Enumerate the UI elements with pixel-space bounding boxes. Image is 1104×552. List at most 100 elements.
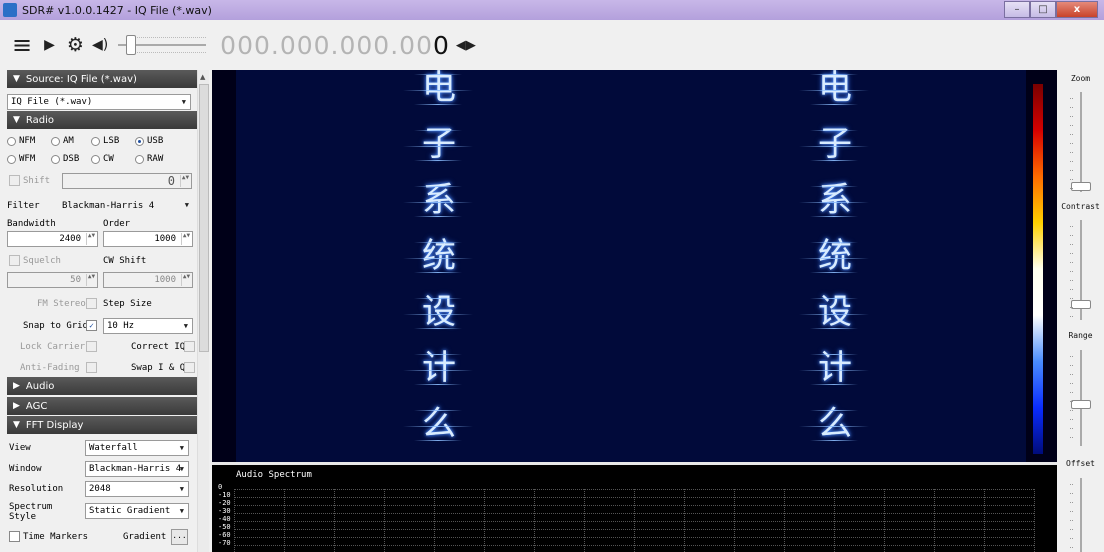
gradient-label: Gradient	[123, 532, 167, 542]
agc-section-header[interactable]: ▶ AGC	[7, 397, 204, 415]
mode-radio-cw[interactable]: CW	[91, 154, 114, 164]
contrast-knob[interactable]	[1071, 300, 1091, 309]
source-section-header[interactable]: ▼ Source: IQ File (*.wav)	[7, 70, 204, 88]
waterfall-plot[interactable]: 电子系统设计么 电子系统设计么	[236, 70, 1026, 462]
signal-streak	[810, 384, 858, 385]
shift-input[interactable]: 0 ▲▼	[62, 173, 192, 189]
zoom-knob[interactable]	[1071, 182, 1091, 191]
shift-checkbox[interactable]	[9, 175, 20, 186]
mode-radio-usb[interactable]: USB	[135, 136, 163, 146]
mode-radio-dsb[interactable]: DSB	[51, 154, 79, 164]
signal-streak	[414, 104, 462, 105]
audio-y-tick-label: -40	[218, 515, 231, 523]
audio-grid-vline	[434, 489, 435, 552]
fft-section-header[interactable]: ▼ FFT Display	[7, 416, 204, 434]
spin-arrows-icon[interactable]: ▲▼	[181, 274, 191, 286]
snap-to-grid-checkbox[interactable]: ✓	[86, 320, 97, 331]
squelch-checkbox[interactable]	[9, 255, 20, 266]
signal-streak	[403, 90, 473, 91]
audio-grid-vline	[334, 489, 335, 552]
mode-radio-nfm[interactable]: NFM	[7, 136, 35, 146]
minimize-button[interactable]: –	[1004, 1, 1030, 18]
radio-section-header[interactable]: ▼ Radio	[7, 111, 204, 129]
bandwidth-label: Bandwidth	[7, 219, 56, 229]
spin-arrows-icon[interactable]: ▲▼	[86, 233, 96, 245]
mode-radio-am[interactable]: AM	[51, 136, 74, 146]
fm-stereo-checkbox[interactable]	[86, 298, 97, 309]
audio-grid-vline	[684, 489, 685, 552]
signal-streak	[414, 328, 462, 329]
radio-dot-icon	[135, 136, 144, 146]
close-button[interactable]: x	[1056, 1, 1098, 18]
play-icon[interactable]: ▶	[44, 37, 55, 53]
audio-grid-vline	[1034, 489, 1035, 552]
slider-tick	[1070, 520, 1073, 521]
fm-stereo-label: FM Stereo	[37, 299, 86, 309]
window-title: SDR# v1.0.0.1427 - IQ File (*.wav)	[22, 3, 212, 17]
audio-grid-vline	[834, 489, 835, 552]
scroll-up-icon[interactable]: ▲	[200, 73, 205, 81]
gear-icon[interactable]: ⚙	[67, 34, 84, 56]
audio-section-header[interactable]: ▶ Audio	[7, 377, 204, 395]
order-input[interactable]: 1000 ▲▼	[103, 231, 193, 247]
main-toolbar: ≡ ▶ ⚙ ◀) 000.000.000.000 ◀▶	[0, 20, 1104, 70]
gradient-button[interactable]: ...	[171, 529, 188, 545]
source-select[interactable]: IQ File (*.wav) ▼	[7, 94, 191, 110]
spin-arrows-icon[interactable]: ▲▼	[86, 274, 96, 286]
time-markers-checkbox[interactable]	[9, 531, 20, 542]
mode-radio-raw[interactable]: RAW	[135, 154, 163, 164]
squelch-value: 50	[70, 275, 81, 285]
title-bar: SDR# v1.0.0.1427 - IQ File (*.wav) – □ x	[0, 0, 1104, 20]
scrollbar-thumb[interactable]	[199, 84, 209, 352]
frequency-digit-active: 0	[432, 30, 450, 60]
frequency-digits-dim: 000.000.000.00	[220, 30, 433, 60]
signal-streak	[414, 440, 462, 441]
volume-knob[interactable]	[126, 35, 137, 55]
chevron-down-icon: ▼	[179, 485, 184, 493]
audio-spectrum-panel[interactable]: Audio Spectrum 0 -10 -20 -30 -40 -50 -60 -70	[212, 465, 1057, 552]
correct-iq-checkbox[interactable]	[184, 341, 195, 352]
audio-grid-vline	[634, 489, 635, 552]
collapse-arrow-icon: ▼	[13, 115, 20, 125]
window-select[interactable]: Blackman-Harris 4 ▼	[85, 461, 189, 477]
volume-slider[interactable]	[118, 33, 207, 57]
resolution-select[interactable]: 2048 ▼	[85, 481, 189, 497]
bandwidth-input[interactable]: 2400 ▲▼	[7, 231, 98, 247]
speaker-icon[interactable]: ◀)	[92, 37, 108, 53]
audio-spectrum-grid	[234, 489, 1035, 552]
maximize-button[interactable]: □	[1030, 1, 1056, 18]
cw-shift-input[interactable]: 1000 ▲▼	[103, 272, 193, 288]
mode-radio-lsb[interactable]: LSB	[91, 136, 119, 146]
filter-select[interactable]: Blackman-Harris 4 ▼	[59, 198, 193, 214]
signal-streak	[414, 160, 462, 161]
window-label: Window	[9, 464, 42, 474]
swap-iq-checkbox[interactable]	[184, 362, 195, 373]
slider-tick	[1070, 437, 1073, 438]
waterfall-display[interactable]: 电子系统设计么 电子系统设计么	[212, 70, 1057, 462]
mode-radio-wfm[interactable]: WFM	[7, 154, 35, 164]
view-select[interactable]: Waterfall ▼	[85, 440, 189, 456]
contrast-slider[interactable]	[1070, 220, 1091, 320]
control-panel-scrollbar[interactable]: ▲	[197, 70, 209, 552]
frequency-display[interactable]: 000.000.000.000	[220, 31, 450, 60]
zoom-slider[interactable]	[1070, 92, 1091, 192]
zoom-track	[1080, 92, 1082, 192]
slider-tick	[1070, 143, 1073, 144]
anti-fading-checkbox[interactable]	[86, 362, 97, 373]
spin-arrows-icon[interactable]: ▲▼	[180, 175, 190, 187]
menu-icon[interactable]: ≡	[12, 31, 32, 59]
tune-arrows-icon[interactable]: ◀▶	[456, 38, 476, 53]
lock-carrier-checkbox[interactable]	[86, 341, 97, 352]
step-size-select[interactable]: 10 Hz ▼	[103, 318, 193, 334]
range-slider[interactable]	[1070, 350, 1091, 446]
mode-label: AM	[63, 136, 74, 146]
slider-tick	[1070, 161, 1073, 162]
offset-slider[interactable]	[1070, 478, 1084, 552]
squelch-label: Squelch	[23, 256, 61, 266]
range-knob[interactable]	[1071, 400, 1091, 409]
spin-arrows-icon[interactable]: ▲▼	[181, 233, 191, 245]
spectrum-style-select[interactable]: Static Gradient ▼	[85, 503, 189, 519]
waterfall-glyph: 电	[818, 70, 852, 108]
squelch-input[interactable]: 50 ▲▼	[7, 272, 98, 288]
audio-spectrum-title: Audio Spectrum	[236, 470, 312, 480]
